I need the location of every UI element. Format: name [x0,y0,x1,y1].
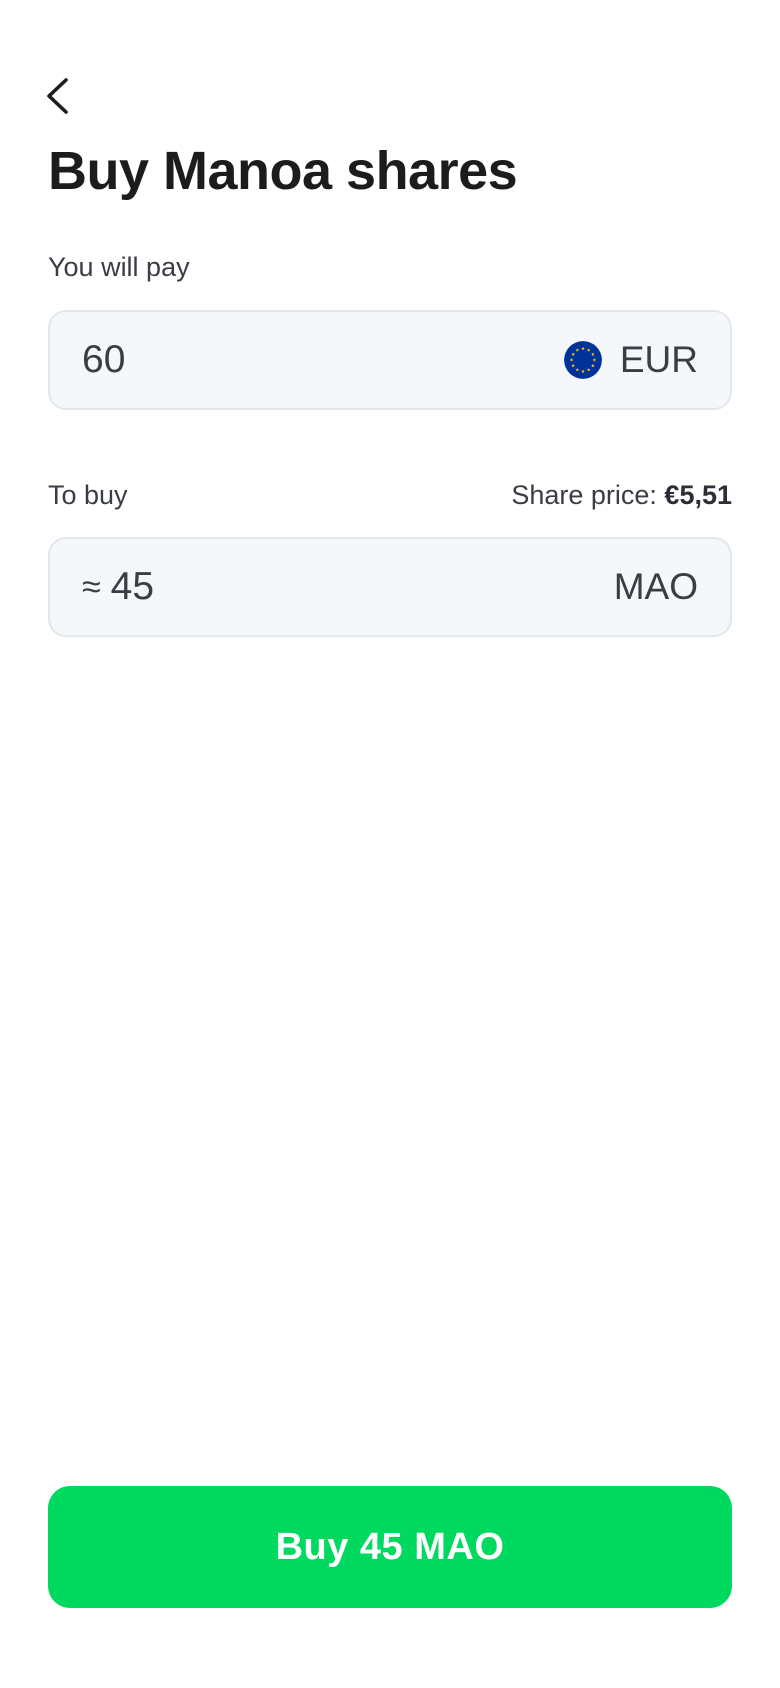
pay-amount-field[interactable]: 60 EUR [48,310,732,410]
approx-symbol: ≈ [82,567,101,606]
share-price-label: Share price: [511,480,657,510]
buy-button[interactable]: Buy 45 MAO [48,1486,732,1608]
pay-amount-value: 60 [82,338,126,381]
buy-ticker-code: MAO [613,566,698,607]
pay-currency-code: EUR [619,339,698,380]
buy-ticker: MAO [614,566,698,608]
buy-amount-field[interactable]: ≈ 45 MAO [48,537,732,637]
buy-amount-input[interactable]: ≈ 45 [82,565,614,609]
chevron-left-icon [47,78,68,114]
share-price: Share price: €5,51 [511,480,732,511]
buy-amount-value: 45 [110,565,155,608]
pay-currency: EUR [563,339,698,381]
back-button[interactable] [44,72,84,120]
eu-flag-icon [563,341,602,379]
pay-amount-input[interactable]: 60 [82,338,564,382]
share-price-value: €5,51 [664,480,732,510]
buy-label: To buy [48,480,128,510]
page-title: Buy Manoa shares [48,141,518,201]
pay-label: You will pay [48,252,190,282]
